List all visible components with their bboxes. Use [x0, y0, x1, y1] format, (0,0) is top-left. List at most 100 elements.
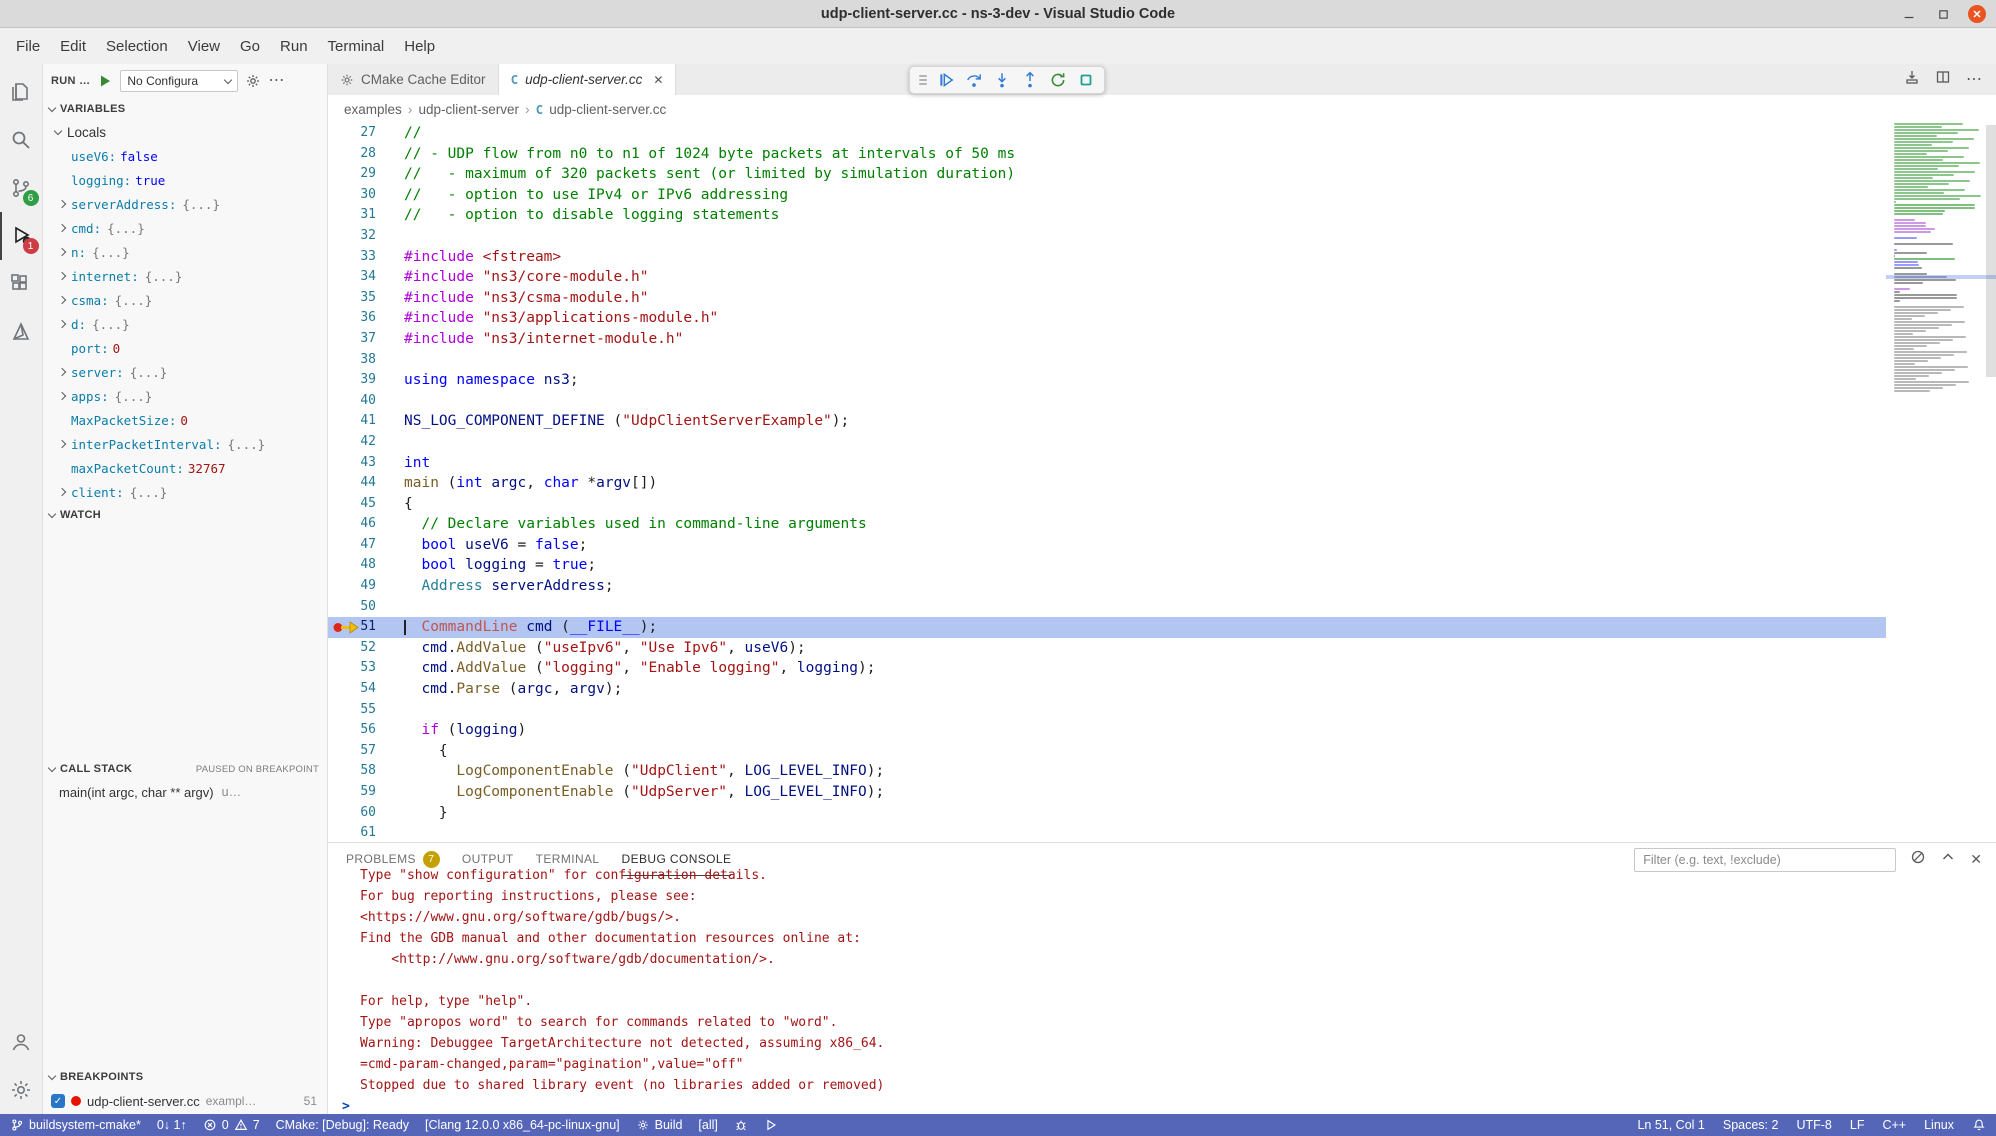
line-number[interactable]: 49 — [328, 576, 404, 597]
line-number[interactable]: 46 — [328, 514, 404, 535]
line-number[interactable]: 29 — [328, 164, 404, 185]
line-number[interactable]: 41 — [328, 411, 404, 432]
sync-status-item[interactable]: 0↓ 1↑ — [157, 1118, 187, 1132]
continue-button[interactable] — [934, 68, 958, 92]
variable-row[interactable]: server:{...} — [43, 360, 327, 384]
breakpoint-item[interactable]: ✓ udp-client-server.cc exampl… 51 — [43, 1088, 327, 1114]
code-line[interactable]: 57 { — [328, 741, 1886, 762]
minimize-icon[interactable] — [1900, 5, 1918, 23]
breakpoints-header[interactable]: BREAKPOINTS — [43, 1066, 327, 1088]
code-line[interactable]: 41NS_LOG_COMPONENT_DEFINE ("UdpClientSer… — [328, 411, 1886, 432]
code-line[interactable]: 53 cmd.AddValue ("logging", "Enable logg… — [328, 658, 1886, 679]
debug-target-icon[interactable] — [734, 1118, 748, 1132]
code-line[interactable]: 40 — [328, 391, 1886, 412]
breadcrumb-file[interactable]: udp-client-server.cc — [549, 102, 666, 117]
code-line[interactable]: 59 LogComponentEnable ("UdpServer", LOG_… — [328, 782, 1886, 803]
code-line[interactable]: 42 — [328, 432, 1886, 453]
line-number[interactable]: 33 — [328, 247, 404, 268]
menu-run[interactable]: Run — [270, 34, 318, 59]
step-out-button[interactable] — [1018, 68, 1042, 92]
code-line[interactable]: 37#include "ns3/internet-module.h" — [328, 329, 1886, 350]
configure-gear-icon[interactable] — [245, 73, 261, 89]
code-line[interactable]: 55 — [328, 700, 1886, 721]
maximize-icon[interactable] — [1934, 5, 1952, 23]
variable-row[interactable]: cmd:{...} — [43, 216, 327, 240]
line-number[interactable]: 30 — [328, 185, 404, 206]
variable-row[interactable]: maxPacketCount:32767 — [43, 456, 327, 480]
line-number[interactable]: 31 — [328, 205, 404, 226]
variable-row[interactable]: d:{...} — [43, 312, 327, 336]
stack-frame[interactable]: main(int argc, char ** argv) u… — [43, 780, 327, 804]
build-button[interactable]: Build — [636, 1118, 683, 1132]
code-line[interactable]: 27// — [328, 123, 1886, 144]
cpp-config-item[interactable]: Linux — [1924, 1118, 1954, 1132]
line-number[interactable]: 44 — [328, 473, 404, 494]
menu-terminal[interactable]: Terminal — [318, 34, 395, 59]
start-debug-icon[interactable] — [97, 73, 113, 89]
line-number[interactable]: 27 — [328, 123, 404, 144]
line-number[interactable]: 51 — [328, 617, 404, 638]
encoding-item[interactable]: UTF-8 — [1796, 1118, 1831, 1132]
extensions-icon[interactable] — [0, 260, 43, 308]
line-number[interactable]: 42 — [328, 432, 404, 453]
code-line[interactable]: 29// - maximum of 320 packets sent (or l… — [328, 164, 1886, 185]
menu-go[interactable]: Go — [230, 34, 270, 59]
debug-config-dropdown[interactable]: No Configura — [120, 70, 238, 92]
line-number[interactable]: 55 — [328, 700, 404, 721]
minimap[interactable] — [1886, 123, 1996, 842]
language-mode-item[interactable]: C++ — [1882, 1118, 1906, 1132]
cmake-icon[interactable] — [0, 308, 43, 356]
scrollbar-thumb[interactable] — [1986, 125, 1996, 377]
code-line[interactable]: 34#include "ns3/core-module.h" — [328, 267, 1886, 288]
breakpoint-checkbox[interactable]: ✓ — [51, 1094, 65, 1108]
code-line[interactable]: 48 bool logging = true; — [328, 555, 1886, 576]
line-number[interactable]: 43 — [328, 453, 404, 474]
line-number[interactable]: 61 — [328, 823, 404, 842]
line-number[interactable]: 50 — [328, 597, 404, 618]
breadcrumb-folder[interactable]: udp-client-server — [418, 102, 519, 117]
menu-edit[interactable]: Edit — [50, 34, 96, 59]
account-icon[interactable] — [0, 1018, 43, 1066]
variable-row[interactable]: client:{...} — [43, 480, 327, 504]
line-number[interactable]: 45 — [328, 494, 404, 515]
notifications-bell-icon[interactable] — [1972, 1118, 1986, 1132]
code-line[interactable]: 45{ — [328, 494, 1886, 515]
line-number[interactable]: 39 — [328, 370, 404, 391]
settings-gear-icon[interactable] — [0, 1066, 43, 1114]
step-over-button[interactable] — [962, 68, 986, 92]
line-number[interactable]: 36 — [328, 308, 404, 329]
line-number[interactable]: 52 — [328, 638, 404, 659]
restart-button[interactable] — [1046, 68, 1070, 92]
drag-handle-icon[interactable] — [916, 75, 930, 85]
code-line[interactable]: 58 LogComponentEnable ("UdpClient", LOG_… — [328, 761, 1886, 782]
stop-button[interactable] — [1074, 68, 1098, 92]
line-number[interactable]: 53 — [328, 658, 404, 679]
menu-help[interactable]: Help — [394, 34, 445, 59]
variable-row[interactable]: useV6:false — [43, 144, 327, 168]
open-changes-icon[interactable] — [1904, 69, 1920, 90]
variable-row[interactable]: MaxPacketSize:0 — [43, 408, 327, 432]
code-line[interactable]: 28// - UDP flow from n0 to n1 of 1024 by… — [328, 144, 1886, 165]
line-number[interactable]: 34 — [328, 267, 404, 288]
code-line[interactable]: 51 CommandLine cmd (__FILE__); — [328, 617, 1886, 638]
step-into-button[interactable] — [990, 68, 1014, 92]
build-target-item[interactable]: [all] — [698, 1118, 717, 1132]
line-number[interactable]: 59 — [328, 782, 404, 803]
line-number[interactable]: 48 — [328, 555, 404, 576]
variables-header[interactable]: VARIABLES — [43, 98, 327, 120]
menu-selection[interactable]: Selection — [96, 34, 178, 59]
tab-cmake-cache-editor[interactable]: CMake Cache Editor — [328, 64, 499, 95]
line-number[interactable]: 54 — [328, 679, 404, 700]
run-and-debug-icon[interactable]: 1 — [0, 212, 43, 260]
code-line[interactable]: 52 cmd.AddValue ("useIpv6", "Use Ipv6", … — [328, 638, 1886, 659]
breadcrumb-folder[interactable]: examples — [344, 102, 402, 117]
line-number[interactable]: 37 — [328, 329, 404, 350]
code-line[interactable]: 56 if (logging) — [328, 720, 1886, 741]
line-number[interactable]: 56 — [328, 720, 404, 741]
variable-row[interactable]: serverAddress:{...} — [43, 192, 327, 216]
cmake-status-item[interactable]: CMake: [Debug]: Ready — [276, 1118, 409, 1132]
line-number[interactable]: 58 — [328, 761, 404, 782]
code-line[interactable]: 49 Address serverAddress; — [328, 576, 1886, 597]
line-number[interactable]: 28 — [328, 144, 404, 165]
code-line[interactable]: 61 — [328, 823, 1886, 842]
